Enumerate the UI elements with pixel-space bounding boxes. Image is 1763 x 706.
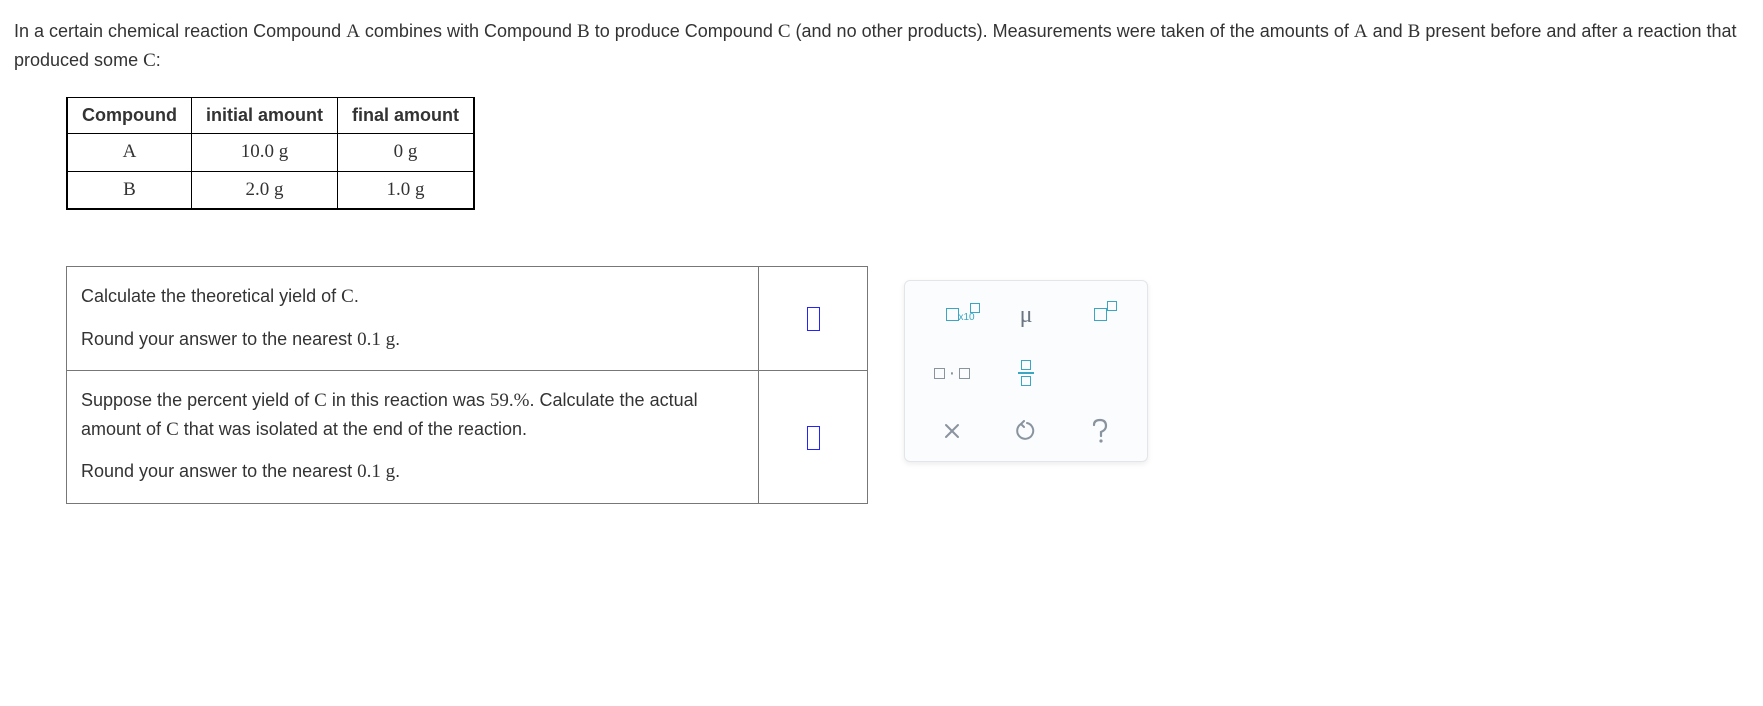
intro-text: and xyxy=(1368,21,1408,41)
intro-text: In a certain chemical reaction Compound xyxy=(14,21,346,41)
square-icon xyxy=(1021,376,1031,386)
question-2-prompt: Suppose the percent yield of C in this r… xyxy=(67,371,759,504)
cell-final: 0 g xyxy=(337,134,474,172)
undo-button[interactable] xyxy=(996,420,1056,442)
square-icon xyxy=(946,308,959,321)
q1-text: Round your answer to the nearest xyxy=(81,329,357,349)
table-header-row: Compound initial amount final amount xyxy=(67,98,474,134)
cell-initial: 2.0 g xyxy=(191,171,337,209)
amounts-table: Compound initial amount final amount A 1… xyxy=(66,97,475,210)
compound-c: C xyxy=(314,390,327,411)
q2-text: that was isolated at the end of the reac… xyxy=(179,419,527,439)
compound-c: C xyxy=(778,21,791,42)
col-final: final amount xyxy=(337,98,474,134)
undo-icon xyxy=(1015,420,1037,442)
compound-c: C xyxy=(166,419,179,440)
mu-icon: μ xyxy=(1020,297,1033,333)
question-row-1: Calculate the theoretical yield of C. Ro… xyxy=(67,267,868,371)
question-1-prompt: Calculate the theoretical yield of C. Ro… xyxy=(67,267,759,371)
intro-text: (and no other products). Measurements we… xyxy=(791,21,1354,41)
table-row: B 2.0 g 1.0 g xyxy=(67,171,474,209)
q2-text: Round your answer to the nearest xyxy=(81,461,357,481)
square-icon xyxy=(959,368,970,379)
cell-initial: 10.0 g xyxy=(191,134,337,172)
help-button[interactable] xyxy=(1070,418,1130,444)
fraction-bar-icon xyxy=(1018,372,1034,374)
symbol-palette: x10 μ · xyxy=(904,280,1148,462)
compound-a: A xyxy=(346,21,360,42)
intro-text: combines with Compound xyxy=(360,21,577,41)
square-icon xyxy=(1021,360,1031,370)
square-icon xyxy=(934,368,945,379)
q1-text: . xyxy=(395,329,400,349)
answer-cell-1[interactable] xyxy=(759,267,868,371)
cell-final: 1.0 g xyxy=(337,171,474,209)
table-row: A 10.0 g 0 g xyxy=(67,134,474,172)
square-icon xyxy=(1094,308,1107,321)
q2-text: . xyxy=(395,461,400,481)
clear-button[interactable] xyxy=(922,422,982,440)
question-mark-icon xyxy=(1090,418,1110,444)
scientific-notation-button[interactable]: x10 xyxy=(922,300,982,330)
question-row-2: Suppose the percent yield of C in this r… xyxy=(67,371,868,504)
answer-input-placeholder[interactable] xyxy=(807,307,820,331)
q2-text: in this reaction was xyxy=(327,390,490,410)
col-initial: initial amount xyxy=(191,98,337,134)
x-icon xyxy=(943,422,961,440)
multiply-dot-button[interactable]: · xyxy=(922,358,982,388)
square-icon xyxy=(1107,301,1117,311)
mu-button[interactable]: μ xyxy=(996,297,1056,333)
q2-text: Suppose the percent yield of xyxy=(81,390,314,410)
intro-text: : xyxy=(156,50,161,70)
cell-compound: B xyxy=(67,171,191,209)
dot-icon: · xyxy=(949,358,956,388)
compound-c: C xyxy=(143,50,156,71)
answer-cell-2[interactable] xyxy=(759,371,868,504)
precision: 0.1 g xyxy=(357,461,395,482)
compound-b: B xyxy=(1408,21,1421,42)
precision: 0.1 g xyxy=(357,329,395,350)
percent-value: 59.% xyxy=(490,390,530,411)
q1-text: . xyxy=(354,286,359,306)
fraction-button[interactable] xyxy=(996,360,1056,386)
compound-c: C xyxy=(341,286,354,307)
compound-a: A xyxy=(1354,21,1368,42)
cell-compound: A xyxy=(67,134,191,172)
col-compound: Compound xyxy=(67,98,191,134)
square-icon xyxy=(970,303,980,313)
intro-text: to produce Compound xyxy=(590,21,778,41)
q1-text: Calculate the theoretical yield of xyxy=(81,286,341,306)
problem-intro: In a certain chemical reaction Compound … xyxy=(14,18,1749,75)
answer-input-placeholder[interactable] xyxy=(807,426,820,450)
compound-b: B xyxy=(577,21,590,42)
exponent-button[interactable] xyxy=(1070,300,1130,330)
question-table: Calculate the theoretical yield of C. Ro… xyxy=(66,266,868,504)
